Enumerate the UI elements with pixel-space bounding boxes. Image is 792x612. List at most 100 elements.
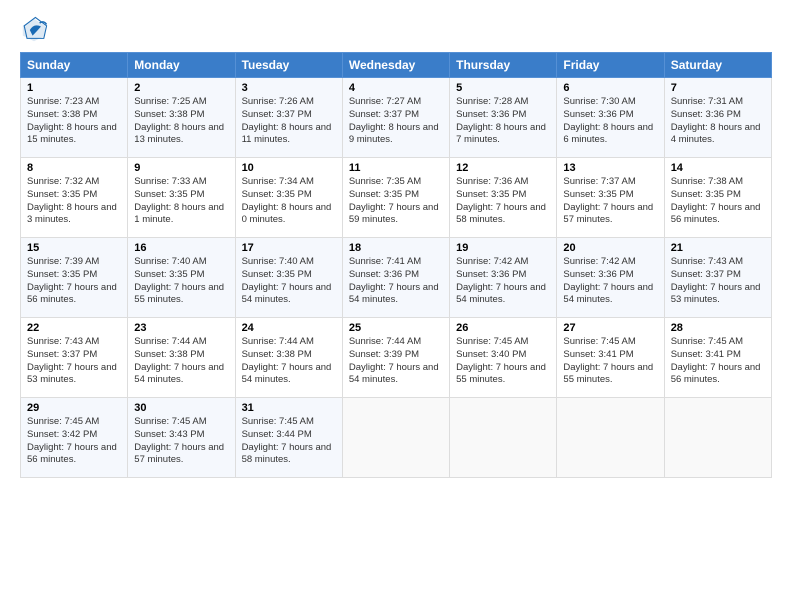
day-info: Sunrise: 7:40 AMSunset: 3:35 PMDaylight:… bbox=[134, 256, 228, 307]
day-number: 17 bbox=[242, 242, 336, 254]
day-info: Sunrise: 7:38 AMSunset: 3:35 PMDaylight:… bbox=[671, 176, 765, 227]
day-number: 7 bbox=[671, 82, 765, 94]
day-cell: 14Sunrise: 7:38 AMSunset: 3:35 PMDayligh… bbox=[664, 158, 771, 238]
day-info: Sunrise: 7:43 AMSunset: 3:37 PMDaylight:… bbox=[27, 336, 121, 387]
day-number: 13 bbox=[563, 162, 657, 174]
day-cell: 12Sunrise: 7:36 AMSunset: 3:35 PMDayligh… bbox=[450, 158, 557, 238]
day-info: Sunrise: 7:45 AMSunset: 3:44 PMDaylight:… bbox=[242, 416, 336, 467]
day-cell: 28 Sunrise: 7:45 AMSunset: 3:41 PMDayligh… bbox=[664, 318, 771, 398]
day-number: 1 bbox=[27, 82, 121, 94]
day-cell bbox=[450, 398, 557, 478]
header-row: SundayMondayTuesdayWednesdayThursdayFrid… bbox=[21, 53, 772, 78]
day-cell: 31 Sunrise: 7:45 AMSunset: 3:44 PMDayligh… bbox=[235, 398, 342, 478]
page-header bbox=[20, 16, 772, 44]
logo bbox=[20, 16, 52, 44]
day-number: 23 bbox=[134, 322, 228, 334]
day-info: Sunrise: 7:42 AMSunset: 3:36 PMDaylight:… bbox=[563, 256, 657, 307]
day-cell: 23Sunrise: 7:44 AMSunset: 3:38 PMDayligh… bbox=[128, 318, 235, 398]
week-row-5: 29 Sunrise: 7:45 AMSunset: 3:42 PMDayligh… bbox=[21, 398, 772, 478]
day-cell: 4 Sunrise: 7:27 AMSunset: 3:37 PMDaylight… bbox=[342, 78, 449, 158]
day-cell: 2Sunrise: 7:25 AMSunset: 3:38 PMDaylight… bbox=[128, 78, 235, 158]
day-number: 30 bbox=[134, 402, 228, 414]
day-info: Sunrise: 7:23 AMSunset: 3:38 PMDaylight:… bbox=[27, 96, 121, 147]
day-number: 28 bbox=[671, 322, 765, 334]
day-cell: 26 Sunrise: 7:45 AMSunset: 3:40 PMDayligh… bbox=[450, 318, 557, 398]
logo-icon bbox=[20, 16, 48, 44]
day-number: 9 bbox=[134, 162, 228, 174]
day-cell: 5 Sunrise: 7:28 AMSunset: 3:36 PMDaylight… bbox=[450, 78, 557, 158]
day-number: 21 bbox=[671, 242, 765, 254]
day-cell: 19Sunrise: 7:42 AMSunset: 3:36 PMDayligh… bbox=[450, 238, 557, 318]
day-info: Sunrise: 7:44 AMSunset: 3:38 PMDaylight:… bbox=[242, 336, 336, 387]
day-number: 22 bbox=[27, 322, 121, 334]
day-number: 20 bbox=[563, 242, 657, 254]
day-number: 27 bbox=[563, 322, 657, 334]
day-cell: 7 Sunrise: 7:31 AMSunset: 3:36 PMDaylight… bbox=[664, 78, 771, 158]
day-number: 2 bbox=[134, 82, 228, 94]
day-info: Sunrise: 7:27 AMSunset: 3:37 PMDaylight:… bbox=[349, 96, 443, 147]
day-info: Sunrise: 7:45 AMSunset: 3:41 PMDaylight:… bbox=[563, 336, 657, 387]
day-cell: 20 Sunrise: 7:42 AMSunset: 3:36 PMDayligh… bbox=[557, 238, 664, 318]
day-cell: 25 Sunrise: 7:44 AMSunset: 3:39 PMDayligh… bbox=[342, 318, 449, 398]
col-header-tuesday: Tuesday bbox=[235, 53, 342, 78]
day-info: Sunrise: 7:37 AMSunset: 3:35 PMDaylight:… bbox=[563, 176, 657, 227]
day-info: Sunrise: 7:40 AMSunset: 3:35 PMDaylight:… bbox=[242, 256, 336, 307]
day-cell: 29 Sunrise: 7:45 AMSunset: 3:42 PMDayligh… bbox=[21, 398, 128, 478]
day-cell: 24 Sunrise: 7:44 AMSunset: 3:38 PMDayligh… bbox=[235, 318, 342, 398]
day-cell bbox=[664, 398, 771, 478]
day-cell: 10 Sunrise: 7:34 AMSunset: 3:35 PMDayligh… bbox=[235, 158, 342, 238]
calendar-table: SundayMondayTuesdayWednesdayThursdayFrid… bbox=[20, 52, 772, 478]
day-number: 8 bbox=[27, 162, 121, 174]
col-header-monday: Monday bbox=[128, 53, 235, 78]
day-info: Sunrise: 7:35 AMSunset: 3:35 PMDaylight:… bbox=[349, 176, 443, 227]
day-cell: 21Sunrise: 7:43 AMSunset: 3:37 PMDayligh… bbox=[664, 238, 771, 318]
day-number: 18 bbox=[349, 242, 443, 254]
day-cell: 3Sunrise: 7:26 AMSunset: 3:37 PMDaylight… bbox=[235, 78, 342, 158]
day-info: Sunrise: 7:28 AMSunset: 3:36 PMDaylight:… bbox=[456, 96, 550, 147]
day-number: 6 bbox=[563, 82, 657, 94]
day-cell: 16 Sunrise: 7:40 AMSunset: 3:35 PMDayligh… bbox=[128, 238, 235, 318]
day-cell: 18 Sunrise: 7:41 AMSunset: 3:36 PMDayligh… bbox=[342, 238, 449, 318]
week-row-4: 22 Sunrise: 7:43 AMSunset: 3:37 PMDayligh… bbox=[21, 318, 772, 398]
day-number: 16 bbox=[134, 242, 228, 254]
day-number: 5 bbox=[456, 82, 550, 94]
day-number: 15 bbox=[27, 242, 121, 254]
calendar-header: SundayMondayTuesdayWednesdayThursdayFrid… bbox=[21, 53, 772, 78]
day-number: 29 bbox=[27, 402, 121, 414]
day-number: 19 bbox=[456, 242, 550, 254]
day-info: Sunrise: 7:45 AMSunset: 3:40 PMDaylight:… bbox=[456, 336, 550, 387]
day-info: Sunrise: 7:44 AMSunset: 3:39 PMDaylight:… bbox=[349, 336, 443, 387]
week-row-3: 15Sunrise: 7:39 AMSunset: 3:35 PMDayligh… bbox=[21, 238, 772, 318]
day-info: Sunrise: 7:33 AMSunset: 3:35 PMDaylight:… bbox=[134, 176, 228, 227]
col-header-saturday: Saturday bbox=[664, 53, 771, 78]
day-cell: 27 Sunrise: 7:45 AMSunset: 3:41 PMDayligh… bbox=[557, 318, 664, 398]
day-cell bbox=[557, 398, 664, 478]
day-number: 11 bbox=[349, 162, 443, 174]
day-cell: 30 Sunrise: 7:45 AMSunset: 3:43 PMDayligh… bbox=[128, 398, 235, 478]
calendar-body: 1 Sunrise: 7:23 AMSunset: 3:38 PMDaylight… bbox=[21, 78, 772, 478]
day-number: 10 bbox=[242, 162, 336, 174]
day-number: 24 bbox=[242, 322, 336, 334]
day-number: 3 bbox=[242, 82, 336, 94]
day-info: Sunrise: 7:31 AMSunset: 3:36 PMDaylight:… bbox=[671, 96, 765, 147]
day-number: 25 bbox=[349, 322, 443, 334]
day-cell bbox=[342, 398, 449, 478]
day-cell: 15Sunrise: 7:39 AMSunset: 3:35 PMDayligh… bbox=[21, 238, 128, 318]
day-info: Sunrise: 7:45 AMSunset: 3:42 PMDaylight:… bbox=[27, 416, 121, 467]
day-info: Sunrise: 7:34 AMSunset: 3:35 PMDaylight:… bbox=[242, 176, 336, 227]
day-cell: 13 Sunrise: 7:37 AMSunset: 3:35 PMDayligh… bbox=[557, 158, 664, 238]
day-cell: 8Sunrise: 7:32 AMSunset: 3:35 PMDaylight… bbox=[21, 158, 128, 238]
day-number: 26 bbox=[456, 322, 550, 334]
day-info: Sunrise: 7:41 AMSunset: 3:36 PMDaylight:… bbox=[349, 256, 443, 307]
day-number: 4 bbox=[349, 82, 443, 94]
week-row-2: 8Sunrise: 7:32 AMSunset: 3:35 PMDaylight… bbox=[21, 158, 772, 238]
day-info: Sunrise: 7:45 AMSunset: 3:41 PMDaylight:… bbox=[671, 336, 765, 387]
col-header-thursday: Thursday bbox=[450, 53, 557, 78]
day-cell: 22 Sunrise: 7:43 AMSunset: 3:37 PMDayligh… bbox=[21, 318, 128, 398]
day-cell: 6Sunrise: 7:30 AMSunset: 3:36 PMDaylight… bbox=[557, 78, 664, 158]
day-info: Sunrise: 7:45 AMSunset: 3:43 PMDaylight:… bbox=[134, 416, 228, 467]
day-number: 12 bbox=[456, 162, 550, 174]
day-cell: 9 Sunrise: 7:33 AMSunset: 3:35 PMDaylight… bbox=[128, 158, 235, 238]
day-number: 31 bbox=[242, 402, 336, 414]
col-header-friday: Friday bbox=[557, 53, 664, 78]
